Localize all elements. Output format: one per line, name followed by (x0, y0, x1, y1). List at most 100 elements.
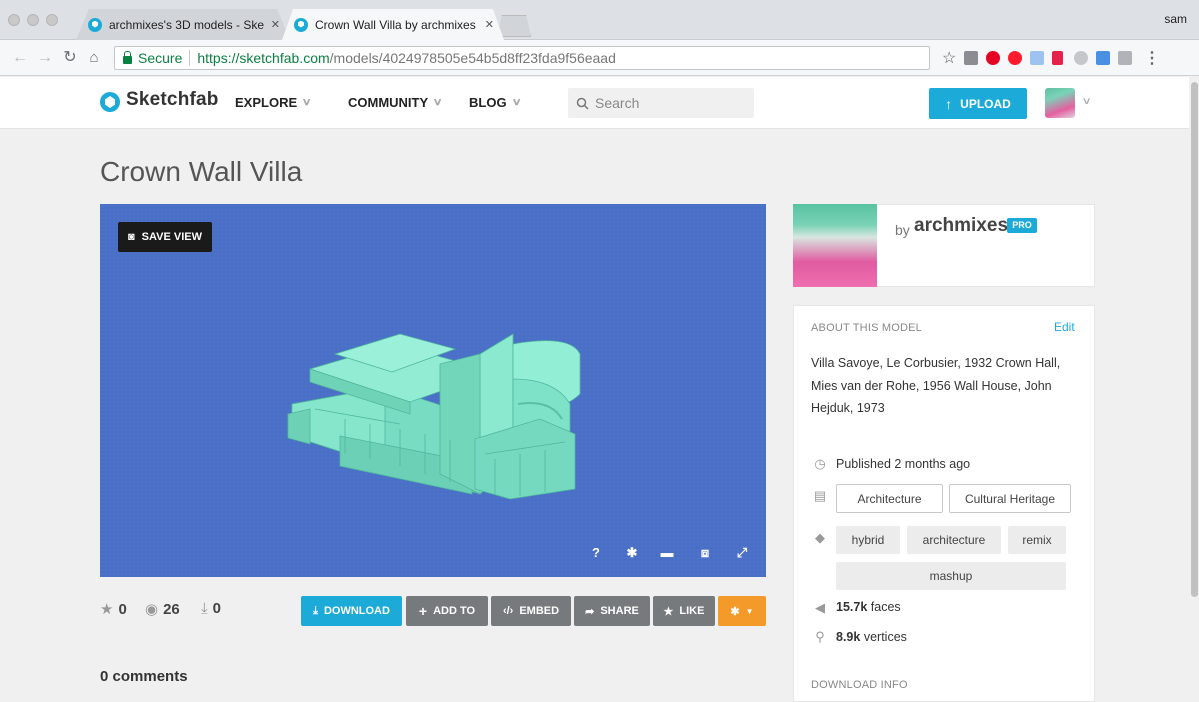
tag-mashup[interactable]: mashup (836, 562, 1066, 590)
vertices-label: vertices (863, 630, 907, 644)
browser-tab-title: archmixes's 3D models - Sketc (109, 17, 264, 32)
faces-count: 15.7k faces (836, 600, 901, 614)
vertices-count: 8.9k vertices (836, 630, 907, 644)
embed-button[interactable]: ‹/› EMBED (491, 596, 571, 626)
document-extension-icon[interactable] (1030, 51, 1044, 65)
add-to-button[interactable]: + ADD TO (406, 596, 488, 626)
star-icon: ★ (100, 601, 114, 618)
sketchfab-logo-icon[interactable] (100, 92, 120, 112)
window-minimize-button[interactable] (27, 14, 39, 26)
model-viewer[interactable] (100, 204, 766, 577)
tag-architecture[interactable]: architecture (907, 526, 1001, 554)
plus-icon: + (418, 603, 428, 619)
camera-icon: ◙ (128, 231, 135, 243)
chevron-down-icon: ∨ (301, 97, 312, 108)
comments-count: 0 comments (100, 668, 188, 685)
bar-extension-icon[interactable] (1052, 51, 1063, 65)
address-bar[interactable]: Secure https://sketchfab.com /models/402… (114, 46, 930, 70)
upload-label: UPLOAD (960, 96, 1011, 111)
chevron-down-icon: ∨ (511, 97, 522, 108)
url-host: https://sketchfab.com (197, 50, 330, 66)
bookmark-star-icon[interactable]: ☆ (942, 48, 956, 68)
reload-icon[interactable]: ↻ (62, 49, 78, 67)
search-input[interactable]: Search (568, 88, 754, 118)
tag-remix[interactable]: remix (1008, 526, 1066, 554)
download-icon: ⤓ (313, 604, 318, 617)
gear-icon: ✱ (730, 605, 740, 618)
tag-hybrid[interactable]: hybrid (836, 526, 900, 554)
star-icon: ★ (663, 605, 674, 618)
faces-triangle-icon: ◀ (815, 600, 825, 615)
camera-extension-icon[interactable] (1118, 51, 1132, 65)
category-cultural-heritage[interactable]: Cultural Heritage (949, 484, 1071, 513)
extension-type-icon[interactable] (964, 51, 978, 65)
code-icon: ‹/› (502, 605, 514, 617)
nav-blog[interactable]: BLOG ∨ (469, 95, 522, 110)
faces-label: faces (870, 600, 901, 614)
vr-headset-icon[interactable]: ▬ (658, 545, 676, 560)
download-button[interactable]: ⤓ DOWNLOAD (301, 596, 402, 626)
vertices-icon: ⚲ (815, 629, 825, 644)
help-icon[interactable]: ? (587, 545, 605, 560)
sketchfab-favicon-icon (88, 17, 102, 32)
page-scrollbar-thumb[interactable] (1191, 82, 1198, 597)
url-path: /models/4024978505e54b5d8ff23fda9f56eaad (329, 50, 616, 66)
search-icon (576, 97, 589, 110)
share-button[interactable]: ➦ SHARE (574, 596, 650, 626)
new-tab-button[interactable] (497, 15, 531, 37)
forward-arrow-icon[interactable]: → (37, 49, 53, 67)
back-arrow-icon[interactable]: ← (12, 49, 28, 67)
browser-profile-name[interactable]: sam (1164, 12, 1187, 26)
save-view-button[interactable]: ◙ SAVE VIEW (118, 222, 212, 252)
author-avatar[interactable] (793, 204, 877, 287)
sketchfab-logo-text[interactable]: Sketchfab (126, 89, 219, 111)
tab-close-icon[interactable]: ✕ (271, 18, 280, 31)
sketchfab-favicon-icon (294, 17, 308, 32)
like-label: LIKE (679, 605, 705, 617)
nav-community-label: COMMUNITY (348, 95, 429, 110)
settings-dropdown-button[interactable]: ✱ ▼ (718, 596, 766, 626)
eye-icon: ◉ (145, 601, 159, 618)
page-title: Crown Wall Villa (100, 156, 303, 187)
nav-blog-label: BLOG (469, 95, 507, 110)
tag-icon: ◆ (815, 530, 825, 545)
author-name[interactable]: archmixes (914, 215, 1008, 237)
download-info-heading: DOWNLOAD INFO (811, 679, 908, 691)
lock-icon (123, 51, 132, 64)
published-date: Published 2 months ago (836, 457, 971, 471)
views-value: 26 (163, 600, 180, 618)
edit-link[interactable]: Edit (1054, 320, 1075, 334)
cloud-extension-icon[interactable] (1074, 51, 1088, 65)
fullscreen-icon[interactable]: ⤢ (733, 545, 751, 561)
secure-label: Secure (138, 50, 183, 66)
browser-tab-2-active[interactable]: Crown Wall Villa by archmixes ✕ (282, 9, 504, 40)
chevron-down-icon[interactable]: ∨ (1082, 96, 1092, 107)
window-close-button[interactable] (8, 14, 20, 26)
downloads-count: ⤓ 0 (201, 600, 221, 617)
category-architecture[interactable]: Architecture (836, 484, 943, 513)
window-zoom-button[interactable] (46, 14, 58, 26)
save-view-label: SAVE VIEW (141, 231, 202, 243)
likes-value: 0 (118, 600, 127, 618)
nav-community[interactable]: COMMUNITY ∨ (348, 95, 443, 110)
like-button[interactable]: ★ LIKE (653, 596, 715, 626)
browser-menu-icon[interactable]: ⋮ (1144, 48, 1160, 68)
nav-explore[interactable]: EXPLORE ∨ (235, 95, 312, 110)
settings-gear-icon[interactable]: ✱ (623, 545, 641, 561)
nav-explore-label: EXPLORE (235, 95, 298, 110)
download-label: DOWNLOAD (323, 605, 390, 617)
upload-button[interactable]: ↑ UPLOAD (929, 88, 1027, 119)
vertices-value: 8.9k (836, 630, 861, 644)
omnibox-divider (189, 50, 191, 66)
arrow-extension-icon[interactable] (1096, 51, 1110, 65)
downloads-value: 0 (212, 600, 221, 617)
home-icon[interactable]: ⌂ (86, 49, 102, 67)
browser-tab-1[interactable]: archmixes's 3D models - Sketc ✕ (76, 9, 290, 40)
embed-toggle-icon[interactable]: ⧈ (696, 545, 714, 561)
opera-extension-icon[interactable] (1008, 51, 1022, 65)
views-count: ◉ 26 (145, 600, 180, 619)
pinterest-extension-icon[interactable] (986, 51, 1000, 65)
user-avatar[interactable] (1045, 88, 1075, 118)
tab-close-icon[interactable]: ✕ (485, 18, 494, 31)
pro-badge: PRO (1007, 218, 1037, 233)
